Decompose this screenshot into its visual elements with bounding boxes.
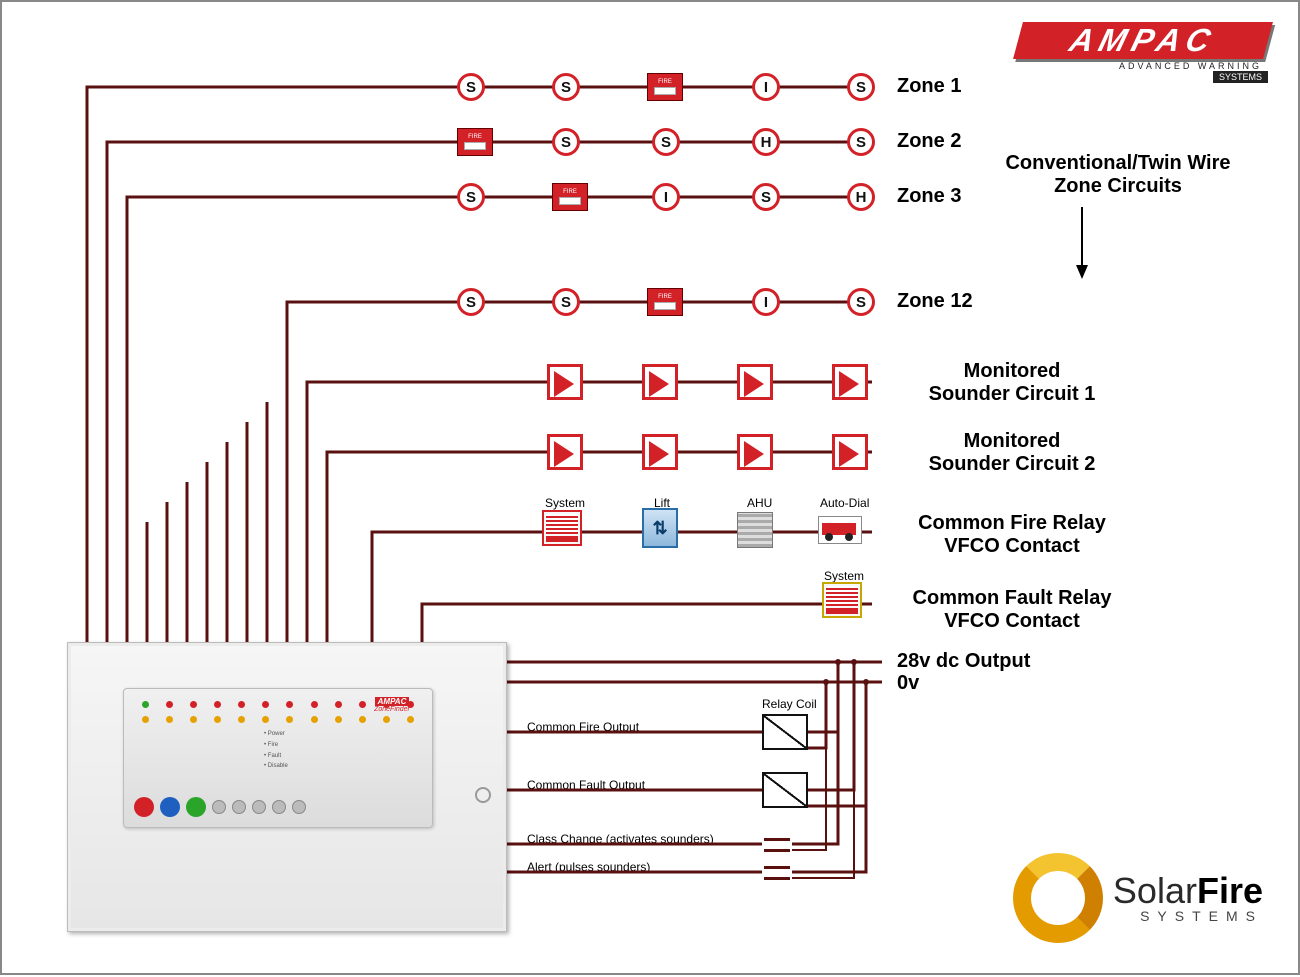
logo-ampac: AMPAC ADVANCED WARNING SYSTEMS: [1018, 22, 1268, 83]
sounder1-4-icon: [832, 364, 860, 392]
panel-indicators: • Power • Fire • Fault • Disable: [264, 729, 288, 772]
panel-btn-3[interactable]: [252, 800, 266, 814]
panel-btn-reset[interactable]: [186, 797, 206, 817]
zone1-label: Zone 1: [897, 75, 961, 98]
sounder2-label: Monitored Sounder Circuit 2: [902, 430, 1122, 476]
cap-system1: System: [545, 496, 585, 510]
fire-relay-label: Common Fire Relay VFCO Contact: [897, 512, 1127, 558]
zone3-dev3-ion-icon: I: [652, 183, 680, 211]
sounder2-2-icon: [642, 434, 670, 462]
fire-relay-autodial-icon: [818, 516, 862, 544]
zone2-dev4-heat-icon: H: [752, 128, 780, 156]
class-change-label: Class Change (activates sounders): [527, 832, 714, 846]
zone1-dev4-ion-icon: I: [752, 73, 780, 101]
cap-autodial: Auto-Dial: [820, 496, 869, 510]
zone1-dev3-mcp-icon: FIRE: [647, 73, 683, 101]
zone3-dev1-smoke-icon: S: [457, 183, 485, 211]
solarfire-ring-icon: [1013, 853, 1103, 943]
panel-keyhole-icon: [475, 787, 491, 803]
zone3-dev5-heat-icon: H: [847, 183, 875, 211]
panel-btn-5[interactable]: [292, 800, 306, 814]
panel-btn-4[interactable]: [272, 800, 286, 814]
28v-label: 28v dc Output: [897, 650, 1030, 673]
zone-circuits-heading: Conventional/Twin Wire Zone Circuits: [998, 152, 1238, 198]
panel-btn-2[interactable]: [232, 800, 246, 814]
fault-relay-label: Common Fault Relay VFCO Contact: [897, 587, 1127, 633]
zone2-dev1-mcp-icon: FIRE: [457, 128, 493, 156]
ampac-sys: SYSTEMS: [1213, 71, 1268, 83]
ampac-name: AMPAC: [1013, 22, 1273, 59]
zone12-label: Zone 12: [897, 290, 973, 313]
cap-ahu: AHU: [747, 496, 772, 510]
relay-coil-fire-icon: [762, 714, 808, 750]
zone12-dev3-mcp-icon: FIRE: [647, 288, 683, 316]
common-fire-output-label: Common Fire Output: [527, 720, 639, 734]
zone2-dev2-smoke-icon: S: [552, 128, 580, 156]
zone12-dev1-smoke-icon: S: [457, 288, 485, 316]
solarfire-sub: SYSTEMS: [1113, 909, 1263, 923]
sounder1-1-icon: [547, 364, 575, 392]
fire-relay-ahu-icon: [737, 512, 773, 548]
zone2-dev3-smoke-icon: S: [652, 128, 680, 156]
zone3-label: Zone 3: [897, 185, 961, 208]
panel-btn-1[interactable]: [212, 800, 226, 814]
panel-brand: AMPAC ZoneFinder: [362, 697, 422, 723]
fire-relay-lift-icon: ⇅: [642, 508, 678, 548]
common-fault-output-label: Common Fault Output: [527, 778, 645, 792]
sounder1-3-icon: [737, 364, 765, 392]
solarfire-main: SolarFire: [1113, 873, 1263, 909]
zone12-dev2-smoke-icon: S: [552, 288, 580, 316]
zone12-dev5-smoke-icon: S: [847, 288, 875, 316]
sounder2-3-icon: [737, 434, 765, 462]
diagram-frame: AMPAC ADVANCED WARNING SYSTEMS SolarFire…: [0, 0, 1300, 975]
zone12-dev4-ion-icon: I: [752, 288, 780, 316]
relay-coil-label: Relay Coil: [762, 697, 817, 711]
zone3-dev2-mcp-icon: FIRE: [552, 183, 588, 211]
0v-label: 0v: [897, 672, 919, 695]
alert-label: Alert (pulses sounders): [527, 860, 650, 874]
fire-relay-system-icon: [542, 510, 582, 546]
panel-front: AMPAC ZoneFinder • Power • Fire • Fault …: [123, 688, 433, 828]
sounder2-1-icon: [547, 434, 575, 462]
sounder2-4-icon: [832, 434, 860, 462]
zone2-dev5-smoke-icon: S: [847, 128, 875, 156]
alert-contact-icon: [764, 866, 790, 880]
logo-solarfire: SolarFire SYSTEMS: [1013, 853, 1263, 943]
ampac-sub: ADVANCED WARNING: [1018, 61, 1268, 71]
zone1-dev2-smoke-icon: S: [552, 73, 580, 101]
zone1-dev5-smoke-icon: S: [847, 73, 875, 101]
class-change-contact-icon: [764, 838, 790, 852]
sounder1-label: Monitored Sounder Circuit 1: [902, 360, 1122, 406]
cap-system2: System: [824, 569, 864, 583]
fault-relay-system-icon: [822, 582, 862, 618]
zone1-dev1-smoke-icon: S: [457, 73, 485, 101]
relay-coil-fault-icon: [762, 772, 808, 808]
sounder1-2-icon: [642, 364, 670, 392]
fire-alarm-control-panel: AMPAC ZoneFinder • Power • Fire • Fault …: [67, 642, 507, 932]
panel-buttons: [134, 797, 306, 817]
panel-btn-silence[interactable]: [160, 797, 180, 817]
zone2-label: Zone 2: [897, 130, 961, 153]
zone3-dev4-smoke-icon: S: [752, 183, 780, 211]
panel-btn-fire[interactable]: [134, 797, 154, 817]
